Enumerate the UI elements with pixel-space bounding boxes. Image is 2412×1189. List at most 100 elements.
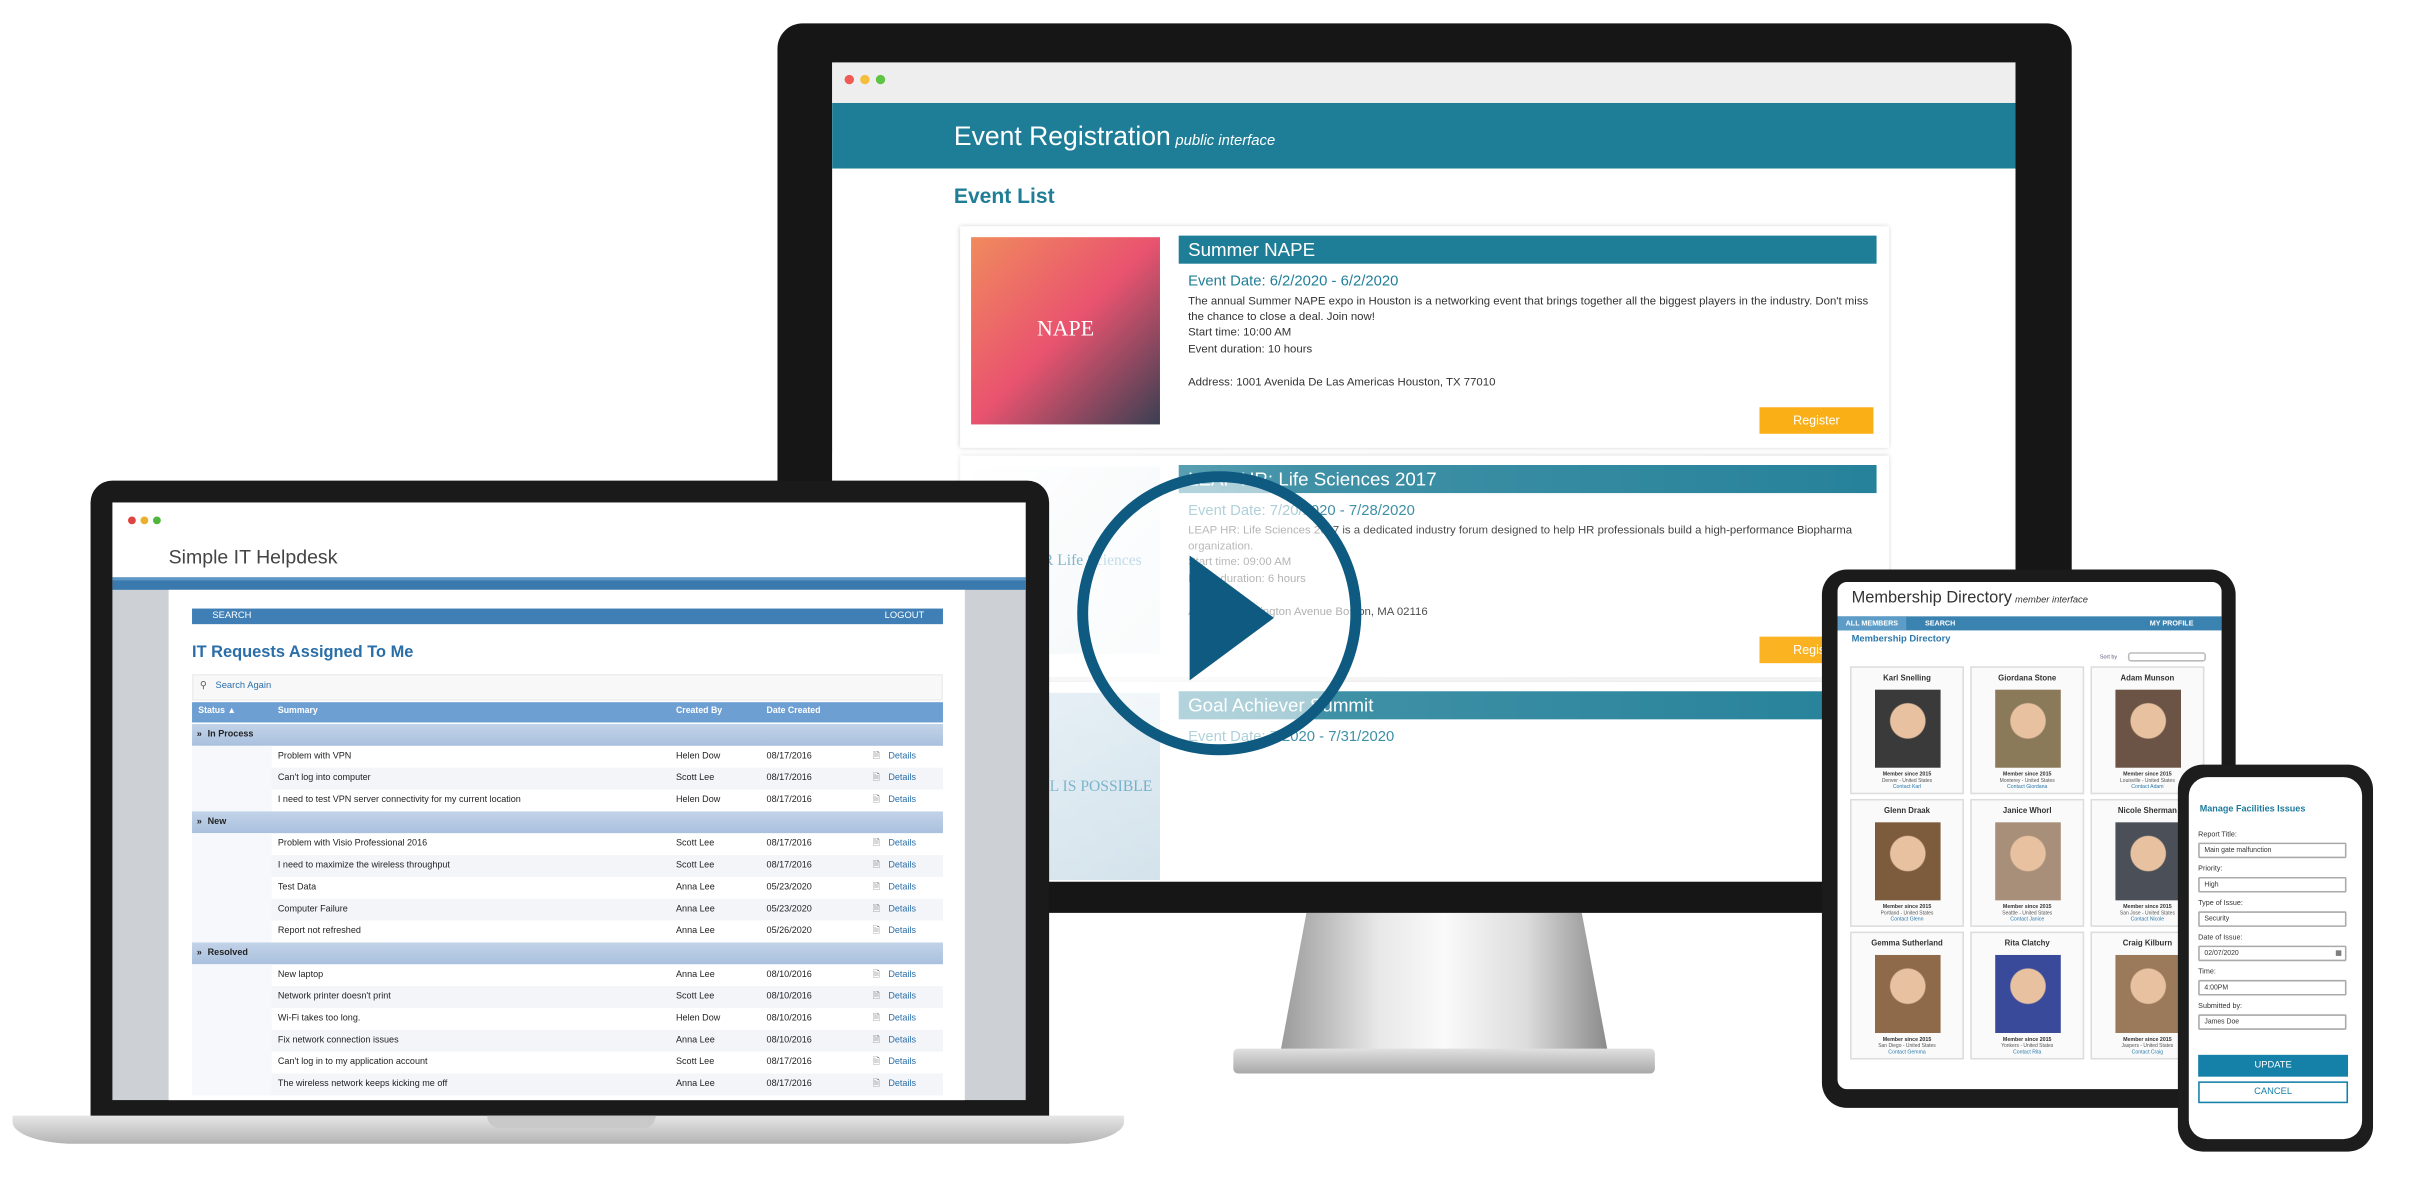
table-row[interactable]: Test Data Anna Lee 05/23/2020 🗎 Details [192, 876, 943, 899]
table-row[interactable]: Problem with Visio Professional 2016 Scot… [192, 833, 943, 856]
group-row[interactable]: » In Process [192, 724, 943, 746]
table-header: Status ▲ Summary Created By Date Created [192, 702, 943, 723]
subtitle-text: member interface [2015, 596, 2088, 606]
date-created-cell: 08/17/2016 [766, 861, 812, 871]
created-by-cell: Helen Dow [675, 752, 721, 762]
table-row[interactable]: The wireless network keeps kicking me of… [192, 1073, 943, 1096]
table-row[interactable]: I need to test VPN server connectivity f… [192, 789, 943, 812]
date-created-cell: 05/26/2020 [766, 926, 812, 937]
document-icon[interactable]: 🗎 [873, 790, 880, 812]
field-input[interactable]: Main gate malfunction [2198, 842, 2347, 859]
update-button[interactable]: UPDATE [2198, 1054, 2349, 1077]
details-link[interactable]: Details [888, 986, 916, 1008]
app-title: Simple IT Helpdesk [168, 546, 338, 568]
sort-select[interactable] [2127, 652, 2206, 662]
table-row[interactable]: Report not refreshed Anna Lee 05/26/2020 🗎 D… [192, 920, 943, 943]
details-link[interactable]: Details [888, 1008, 916, 1030]
table-row[interactable]: Can't log in to my application account Sc… [192, 1051, 943, 1074]
details-link[interactable]: Details [888, 1074, 916, 1096]
document-icon[interactable]: 🗎 [873, 855, 880, 877]
table-row[interactable]: Computer Failure Anna Lee 05/23/2020 🗎 Detai… [192, 898, 943, 921]
document-icon[interactable]: 🗎 [873, 1030, 880, 1052]
member-photo [1994, 689, 2061, 768]
table-row[interactable]: Problem with VPN Helen Dow 08/17/2016 🗎 Deta… [192, 745, 943, 768]
helpdesk-screen: Simple IT Helpdesk SEARCH LOGOUT IT Requ… [112, 502, 1026, 1101]
details-link[interactable]: Details [888, 899, 916, 921]
details-link[interactable]: Details [888, 877, 916, 899]
register-button[interactable]: Register [1759, 407, 1874, 434]
contact-link[interactable]: Contact Glenn [1852, 916, 1963, 922]
details-link[interactable]: Details [888, 921, 916, 943]
details-link[interactable]: Details [888, 855, 916, 877]
group-label: In Process [207, 730, 254, 740]
play-icon[interactable] [1189, 555, 1274, 681]
table-row[interactable]: Wi-Fi takes too long. Helen Dow 08/10/2016… [192, 1008, 943, 1030]
minimize-dot-icon[interactable] [860, 74, 870, 85]
field-input[interactable]: High [2198, 876, 2347, 893]
document-icon[interactable]: 🗎 [873, 877, 880, 899]
nav-search[interactable]: SEARCH [1925, 616, 1955, 630]
column-status[interactable]: Status ▲ [198, 702, 236, 722]
member-card: Janice Whorl Member since 2015 Seattle - U… [1970, 798, 2085, 927]
document-icon[interactable]: 🗎 [873, 1074, 880, 1096]
table-row[interactable]: Fix network connection issues Anna Lee 08/… [192, 1029, 943, 1052]
document-icon[interactable]: 🗎 [873, 1008, 880, 1030]
minimize-dot-icon[interactable] [140, 516, 149, 525]
table-row[interactable]: I need to maximize the wireless throughp… [192, 855, 943, 877]
maximize-dot-icon[interactable] [875, 74, 886, 85]
details-link[interactable]: Details [888, 746, 916, 768]
details-link[interactable]: Details [888, 768, 916, 790]
calendar-icon[interactable]: ▦ [2335, 947, 2341, 959]
contact-link[interactable]: Contact Giordana [1972, 783, 2083, 789]
details-link[interactable]: Details [888, 1030, 916, 1052]
document-icon[interactable]: 🗎 [873, 921, 880, 943]
details-link[interactable]: Details [888, 964, 916, 986]
column-created-by[interactable]: Created By [676, 702, 722, 722]
nav-my-profile[interactable]: MY PROFILE [2150, 616, 2194, 630]
nav-logout[interactable]: LOGOUT [885, 609, 925, 625]
document-icon[interactable]: 🗎 [873, 964, 880, 986]
summary-cell: Can't log into computer [277, 773, 371, 784]
document-icon[interactable]: 🗎 [873, 768, 880, 790]
contact-link[interactable]: Contact Janice [1972, 916, 2083, 922]
nav-all-members[interactable]: ALL MEMBERS [1837, 616, 1907, 631]
page-heading: IT Requests Assigned To Me [192, 642, 414, 662]
nav-search[interactable]: SEARCH [212, 609, 251, 625]
field-input[interactable]: 4:00PM [2198, 979, 2347, 996]
document-icon[interactable]: 🗎 [873, 833, 880, 855]
field-input[interactable]: 02/07/2020 ▦ [2198, 945, 2347, 962]
maximize-dot-icon[interactable] [152, 516, 161, 525]
search-again-link[interactable]: ⚲ Search Again [192, 674, 943, 701]
field-input[interactable]: James Doe [2198, 1014, 2347, 1030]
close-dot-icon[interactable] [128, 516, 136, 525]
column-date-created[interactable]: Date Created [767, 702, 821, 722]
contact-link[interactable]: Contact Gemma [1852, 1049, 1963, 1055]
created-by-cell: Scott Lee [675, 1057, 715, 1068]
table-row[interactable]: New laptop Anna Lee 08/10/2016 🗎 Details [192, 964, 943, 987]
document-icon[interactable]: 🗎 [873, 899, 880, 921]
member-name: Giordana Stone [1998, 674, 2057, 684]
expand-icon[interactable]: » [197, 724, 202, 746]
field-input[interactable]: Security [2198, 911, 2347, 927]
contact-link[interactable]: Contact Rita [1972, 1049, 2083, 1055]
document-icon[interactable]: 🗎 [873, 986, 880, 1008]
column-summary[interactable]: Summary [278, 702, 318, 722]
expand-icon[interactable]: » [197, 942, 202, 964]
group-label: Resolved [207, 948, 248, 959]
table-row[interactable]: Network printer doesn't print Scott Lee 08… [192, 986, 943, 1009]
details-link[interactable]: Details [888, 1052, 916, 1074]
document-icon[interactable]: 🗎 [873, 1052, 880, 1074]
details-link[interactable]: Details [888, 790, 916, 812]
document-icon[interactable]: 🗎 [873, 746, 880, 768]
details-link[interactable]: Details [888, 833, 916, 855]
summary-cell: Fix network connection issues [277, 1036, 399, 1046]
expand-icon[interactable]: » [197, 811, 202, 833]
contact-link[interactable]: Contact Karl [1852, 783, 1963, 789]
table-row[interactable]: Can't log into computer Scott Lee 08/17/20… [192, 767, 943, 790]
summary-cell: Network printer doesn't print [277, 992, 391, 1002]
cancel-button[interactable]: CANCEL [2198, 1081, 2349, 1104]
close-dot-icon[interactable] [844, 74, 854, 85]
group-row[interactable]: » Resolved [192, 942, 943, 965]
nav-bar: ALL MEMBERS SEARCH MY PROFILE [1837, 616, 2222, 631]
group-row[interactable]: » New [192, 811, 943, 834]
